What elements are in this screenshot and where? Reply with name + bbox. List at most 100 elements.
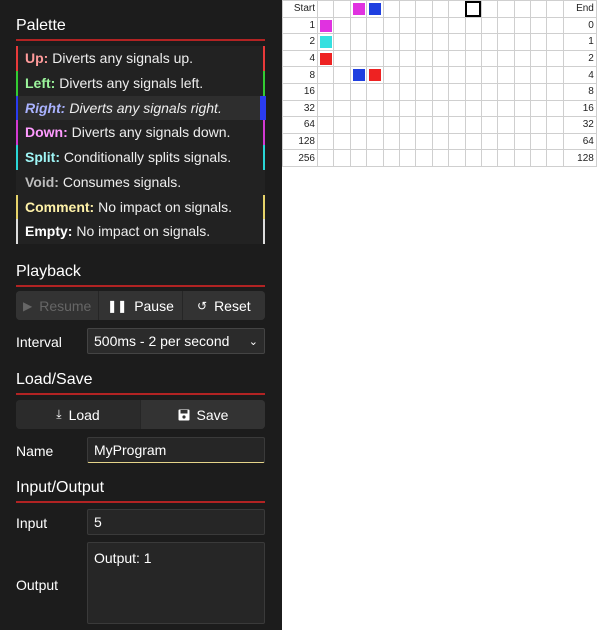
grid-cell[interactable]	[398, 99, 417, 118]
grid-cell[interactable]	[464, 33, 482, 51]
grid-cell[interactable]	[415, 16, 433, 35]
palette-item-down[interactable]: Down: Diverts any signals down.	[16, 120, 265, 145]
grid-cell[interactable]	[448, 149, 466, 167]
grid-cell[interactable]	[448, 49, 466, 68]
grid-cell[interactable]	[480, 116, 499, 134]
grid-cell[interactable]	[530, 99, 548, 118]
grid-cell[interactable]	[431, 132, 450, 151]
grid-cell[interactable]	[333, 33, 351, 51]
grid-cell[interactable]	[333, 66, 351, 84]
grid-cell[interactable]	[513, 82, 532, 101]
grid-cell[interactable]	[431, 116, 450, 134]
grid-cell[interactable]	[497, 116, 515, 134]
grid-cell[interactable]	[349, 33, 368, 51]
pause-button[interactable]: ❚❚ Pause	[99, 291, 183, 320]
grid-cell[interactable]	[530, 16, 548, 35]
grid-cell[interactable]	[382, 149, 400, 167]
grid-cell[interactable]	[349, 149, 368, 167]
grid-cell[interactable]	[546, 99, 564, 118]
grid-cell[interactable]	[448, 132, 466, 151]
grid-cell[interactable]	[316, 116, 335, 134]
grid-cell[interactable]	[464, 149, 482, 167]
palette-item-empty[interactable]: Empty: No impact on signals.	[16, 219, 265, 244]
grid-cell[interactable]	[366, 99, 384, 118]
grid-cell[interactable]	[513, 33, 532, 51]
grid-cell[interactable]	[333, 49, 351, 68]
resume-button[interactable]: ▶ Resume	[16, 291, 100, 320]
grid-cell[interactable]	[415, 49, 433, 68]
grid-cell[interactable]	[546, 82, 564, 101]
grid-cell[interactable]	[513, 16, 532, 35]
grid-cell[interactable]	[464, 82, 482, 101]
grid-cell[interactable]	[431, 149, 450, 167]
grid-cell[interactable]	[513, 49, 532, 68]
grid-cell[interactable]	[480, 49, 499, 68]
load-button[interactable]: ⤓ Load	[16, 400, 141, 429]
grid-cell[interactable]	[398, 132, 417, 151]
grid-cell[interactable]	[415, 99, 433, 118]
grid-cell[interactable]	[366, 66, 384, 84]
grid-cell[interactable]	[382, 66, 400, 84]
grid-cell[interactable]	[333, 82, 351, 101]
grid-cell[interactable]	[382, 16, 400, 35]
grid-cell[interactable]	[333, 132, 351, 151]
grid-cell[interactable]	[530, 33, 548, 51]
grid-cell[interactable]	[530, 132, 548, 151]
grid-cell[interactable]	[497, 49, 515, 68]
grid-cell[interactable]	[431, 49, 450, 68]
grid-cell[interactable]	[448, 0, 466, 18]
interval-select[interactable]: 500ms - 2 per second ⌄	[87, 328, 265, 354]
grid-cell[interactable]	[464, 16, 482, 35]
grid-cell[interactable]	[382, 99, 400, 118]
grid-cell[interactable]	[497, 132, 515, 151]
grid-cell[interactable]	[464, 132, 482, 151]
grid-cell[interactable]	[530, 66, 548, 84]
grid-cell[interactable]	[349, 16, 368, 35]
grid-cell[interactable]	[431, 66, 450, 84]
grid-cell[interactable]	[546, 49, 564, 68]
grid-cell[interactable]	[398, 0, 417, 18]
grid-cell[interactable]	[464, 66, 482, 84]
grid-cell[interactable]	[382, 82, 400, 101]
grid-cell[interactable]	[431, 33, 450, 51]
palette-item-up[interactable]: Up: Diverts any signals up.	[16, 46, 265, 71]
grid-cell[interactable]	[316, 33, 335, 51]
grid-cell[interactable]	[513, 0, 532, 18]
grid-cell[interactable]	[480, 33, 499, 51]
grid-cell[interactable]	[333, 0, 351, 18]
grid-cell[interactable]	[333, 99, 351, 118]
grid-cell[interactable]	[513, 116, 532, 134]
palette-item-comment[interactable]: Comment: No impact on signals.	[16, 194, 265, 220]
grid-cell[interactable]	[464, 0, 482, 18]
grid-cell[interactable]	[546, 66, 564, 84]
grid-cell[interactable]	[366, 149, 384, 167]
grid-cell[interactable]	[316, 82, 335, 101]
grid-cell[interactable]	[316, 0, 335, 18]
grid-cell[interactable]	[480, 16, 499, 35]
palette-item-split[interactable]: Split: Conditionally splits signals.	[16, 145, 265, 170]
grid-cell[interactable]	[480, 99, 499, 118]
grid-cell[interactable]	[530, 116, 548, 134]
grid-cell[interactable]	[382, 132, 400, 151]
grid-cell[interactable]	[366, 132, 384, 151]
grid-cell[interactable]	[480, 132, 499, 151]
grid-cell[interactable]	[415, 149, 433, 167]
grid-cell[interactable]	[415, 132, 433, 151]
grid-cell[interactable]	[366, 82, 384, 101]
grid-cell[interactable]	[480, 66, 499, 84]
grid-cell[interactable]	[398, 16, 417, 35]
grid-cell[interactable]	[349, 49, 368, 68]
grid-cell[interactable]	[316, 149, 335, 167]
grid-cell[interactable]	[546, 149, 564, 167]
grid-cell[interactable]	[546, 16, 564, 35]
grid-cell[interactable]	[513, 132, 532, 151]
grid-cell[interactable]	[448, 33, 466, 51]
grid-cell[interactable]	[513, 149, 532, 167]
grid-cell[interactable]	[415, 82, 433, 101]
grid-cell[interactable]	[497, 33, 515, 51]
grid-cell[interactable]	[415, 116, 433, 134]
grid-cell[interactable]	[497, 16, 515, 35]
grid-cell[interactable]	[546, 116, 564, 134]
grid-cell[interactable]	[349, 66, 368, 84]
grid-cell[interactable]	[382, 49, 400, 68]
